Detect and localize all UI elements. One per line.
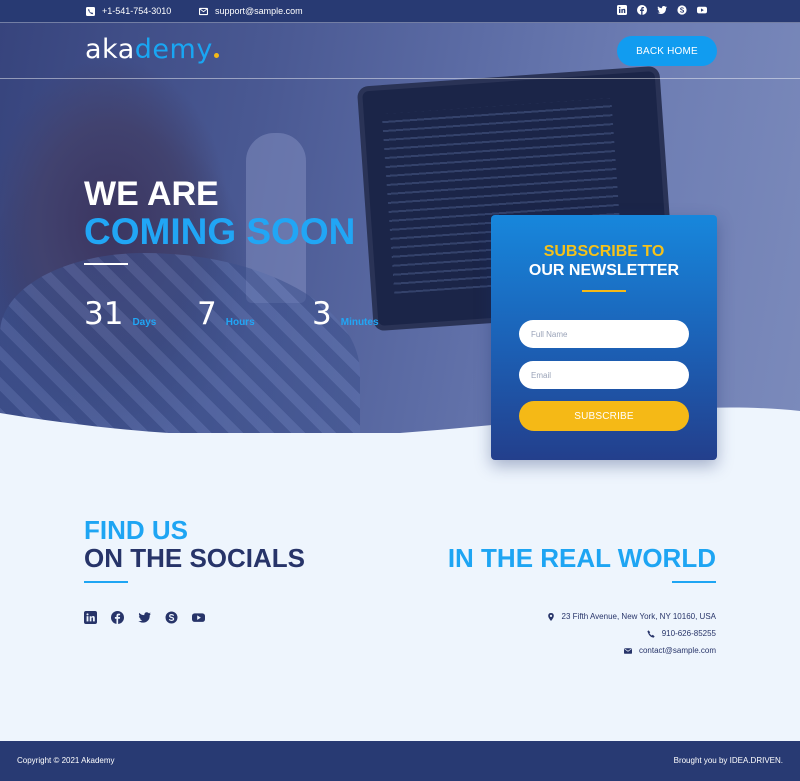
find-us-heading: FIND US ON THE SOCIALS: [84, 516, 305, 572]
find-us-line-2: ON THE SOCIALS: [84, 543, 306, 573]
countdown-minutes-value: 3: [312, 296, 332, 332]
find-us-line-1: FIND US: [84, 515, 188, 545]
skype-icon[interactable]: [677, 5, 687, 15]
phone-line[interactable]: 910-626-85255: [647, 629, 716, 638]
youtube-icon[interactable]: [192, 611, 205, 624]
real-world-underline: [672, 581, 716, 583]
headline-underline: [84, 263, 128, 265]
newsletter-card: SUBSCRIBE TO OUR NEWSLETTER SUBSCRIBE: [491, 215, 717, 460]
logo-text-white: aka: [85, 34, 135, 65]
countdown-minutes-label: Minutes: [340, 317, 379, 328]
headline-line-2: COMING SOON: [84, 211, 356, 252]
find-us-underline: [84, 581, 128, 583]
facebook-icon[interactable]: [111, 611, 124, 624]
topbar-phone[interactable]: +1-541-754-3010: [86, 6, 171, 16]
newsletter-underline: [582, 290, 626, 292]
email-input[interactable]: [519, 361, 689, 389]
newsletter-title-2: OUR NEWSLETTER: [528, 262, 680, 279]
countdown-hours-value: 7: [197, 296, 217, 332]
countdown-hours-label: Hours: [225, 317, 255, 328]
linkedin-icon[interactable]: [617, 5, 627, 15]
linkedin-icon[interactable]: [84, 611, 97, 624]
full-name-input[interactable]: [519, 320, 689, 348]
phone-icon: [86, 6, 95, 16]
youtube-icon[interactable]: [697, 5, 707, 15]
topbar-email[interactable]: support@sample.com: [199, 6, 303, 16]
newsletter-title-1: SUBSCRIBE TO: [543, 243, 665, 260]
phone-icon: [647, 629, 655, 638]
email-text: contact@sample.com: [638, 646, 716, 655]
headline-line-1: WE ARE: [84, 175, 219, 213]
map-pin-icon: [547, 612, 555, 621]
back-home-button[interactable]: BACK HOME: [617, 36, 717, 66]
subscribe-button[interactable]: SUBSCRIBE: [519, 401, 689, 431]
topbar-phone-text: +1-541-754-3010: [102, 6, 172, 16]
social-links: [84, 611, 205, 624]
phone-text: 910-626-85255: [661, 629, 716, 638]
twitter-icon[interactable]: [657, 5, 667, 15]
address-text: 23 Fifth Avenue, New York, NY 10160, USA: [561, 612, 716, 621]
email-line[interactable]: contact@sample.com: [623, 646, 716, 655]
envelope-icon: [623, 647, 632, 655]
countdown-minutes: 3 Minutes: [312, 298, 379, 330]
envelope-icon: [199, 7, 208, 16]
logo-dot: [213, 53, 219, 58]
facebook-icon[interactable]: [637, 5, 647, 15]
logo-text-blue: demy: [134, 34, 213, 65]
real-world-heading: IN THE REAL WORLD: [447, 543, 716, 573]
footer: Copyright © 2021 Akademy Brought you by …: [0, 741, 800, 781]
credits-text[interactable]: Brought you by IDEA.DRIVEN.: [674, 756, 783, 765]
akademy-logo[interactable]: akademy: [85, 34, 219, 65]
top-contact-bar: +1-541-754-3010 support@sample.com: [0, 0, 800, 23]
skype-icon[interactable]: [165, 611, 178, 624]
twitter-icon[interactable]: [138, 611, 151, 624]
header-divider: [0, 78, 800, 79]
countdown-hours: 7 Hours: [197, 298, 255, 330]
topbar-email-text: support@sample.com: [215, 6, 303, 16]
address-line: 23 Fifth Avenue, New York, NY 10160, USA: [547, 612, 716, 621]
countdown-days-value: 31: [84, 296, 124, 332]
hero-headline: WE ARE COMING SOON: [84, 176, 355, 252]
countdown-days: 31 Days: [84, 298, 156, 330]
copyright-text: Copyright © 2021 Akademy: [17, 756, 115, 765]
countdown-days-label: Days: [132, 317, 157, 328]
topbar-social-links: [617, 5, 707, 15]
